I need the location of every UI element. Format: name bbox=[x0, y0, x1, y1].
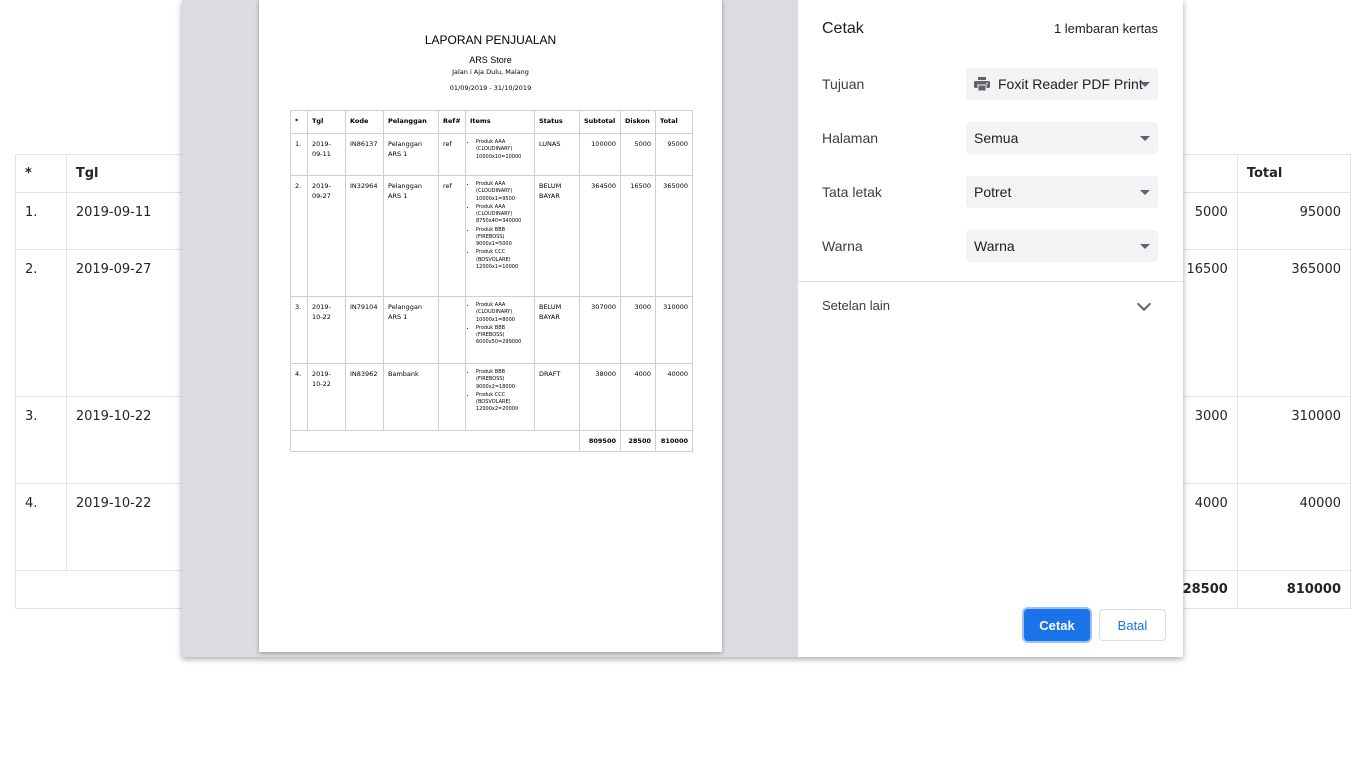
col-header-total: Total bbox=[1236, 154, 1352, 193]
color-label: Warna bbox=[822, 238, 863, 254]
pages-value: Semua bbox=[974, 130, 1019, 146]
report-row: 3. 2019-10-22 IN79104 Pelanggan ARS 1 Pr… bbox=[290, 296, 693, 364]
report-total-row: 809500 28500 810000 bbox=[290, 429, 693, 453]
print-settings-panel: Cetak 1 lembaran kertas Tujuan Foxit Rea… bbox=[798, 0, 1183, 657]
layout-value: Potret bbox=[974, 184, 1012, 200]
destination-value: Foxit Reader PDF Print bbox=[998, 76, 1143, 92]
divider bbox=[798, 281, 1183, 282]
printer-icon bbox=[974, 77, 990, 92]
dropdown-arrow-icon bbox=[1140, 136, 1150, 141]
col-header-no: * bbox=[15, 154, 67, 193]
color-value: Warna bbox=[974, 238, 1015, 254]
pages-label: Halaman bbox=[822, 130, 879, 146]
report-period: 01/09/2019 - 31/10/2019 bbox=[449, 84, 532, 92]
report-row: 4. 2019-10-22 IN83962 Bambank Produk BBB… bbox=[290, 363, 693, 431]
layout-label: Tata letak bbox=[822, 184, 882, 200]
color-select[interactable]: Warna bbox=[966, 230, 1158, 262]
report-row: 2. 2019-09-27 IN32964 Pelanggan ARS 1 re… bbox=[290, 175, 693, 297]
report-row: 1. 2019-09-11 IN86137 Pelanggan ARS 1 re… bbox=[290, 133, 693, 176]
cancel-button[interactable]: Batal bbox=[1099, 609, 1166, 641]
report-address: Jalan i Aja Dulu, Malang bbox=[452, 68, 529, 76]
report-title: LAPORAN PENJUALAN bbox=[424, 33, 557, 47]
pages-select[interactable]: Semua bbox=[966, 122, 1158, 154]
sheet-count: 1 lembaran kertas bbox=[1053, 21, 1158, 36]
items-list: Produk AAA (CLOUDINARY) 10000x1=9500 Pro… bbox=[470, 181, 530, 271]
dialog-title: Cetak bbox=[822, 20, 864, 37]
chevron-down-icon[interactable] bbox=[1136, 296, 1152, 312]
items-list: Produk AAA (CLOUDINARY) 10000x10=10000 bbox=[470, 139, 530, 161]
dropdown-arrow-icon bbox=[1140, 190, 1150, 195]
print-preview-area[interactable]: LAPORAN PENJUALAN ARS Store Jalan i Aja … bbox=[182, 0, 798, 657]
dropdown-arrow-icon bbox=[1140, 244, 1150, 249]
items-list: Produk BBB (FIREBOSS) 9000x2=18000 Produ… bbox=[470, 369, 530, 414]
print-dialog: LAPORAN PENJUALAN ARS Store Jalan i Aja … bbox=[182, 0, 1183, 657]
layout-select[interactable]: Potret bbox=[966, 176, 1158, 208]
report-store: ARS Store bbox=[469, 55, 512, 65]
destination-select[interactable]: Foxit Reader PDF Print bbox=[966, 68, 1158, 100]
preview-page: LAPORAN PENJUALAN ARS Store Jalan i Aja … bbox=[259, 0, 722, 652]
more-settings-toggle[interactable]: Setelan lain bbox=[822, 298, 890, 313]
destination-label: Tujuan bbox=[822, 76, 865, 92]
report-table: * Tgl Kode Pelanggan Ref# Items Status S… bbox=[290, 110, 693, 453]
dropdown-arrow-icon bbox=[1140, 82, 1150, 87]
report-header-row: * Tgl Kode Pelanggan Ref# Items Status S… bbox=[290, 110, 693, 134]
print-button[interactable]: Cetak bbox=[1024, 609, 1090, 641]
items-list: Produk AAA (CLOUDINARY) 10000x1=8000 Pro… bbox=[470, 302, 530, 347]
